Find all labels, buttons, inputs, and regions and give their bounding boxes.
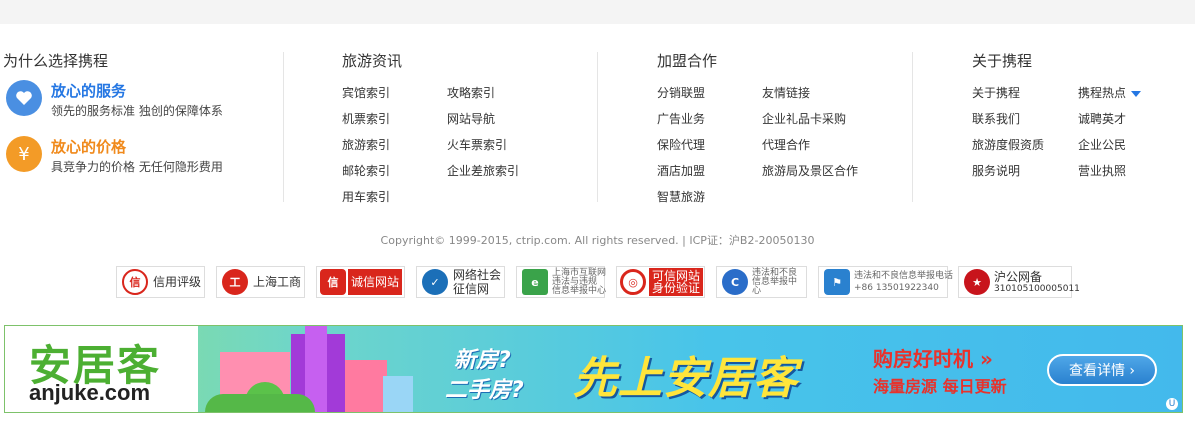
shanghai-aic-icon: 工 bbox=[222, 269, 248, 295]
service-desc: 领先的服务标准 独创的保障体系 bbox=[51, 104, 223, 118]
travel-info-section: 旅游资讯 宾馆索引 机票索引 旅游索引 邮轮索引 用车索引 攻略索引 网站导航 … bbox=[342, 24, 592, 224]
link-insurance-agent[interactable]: 保险代理 bbox=[657, 136, 705, 153]
badge-label-line2: 身份验证 bbox=[652, 281, 701, 295]
badge-label-line3: 心 bbox=[752, 285, 762, 296]
link-business-license[interactable]: 营业执照 bbox=[1078, 162, 1126, 179]
badge-label-line2: 征信网 bbox=[453, 282, 490, 296]
why-choose-section: 为什么选择携程 放心的服务 领先的服务标准 独创的保障体系 ¥ 放心的价格 具竞… bbox=[3, 24, 273, 224]
trusted-site-icon: ◎ bbox=[620, 269, 646, 295]
column-divider bbox=[912, 52, 913, 202]
shield-icon: ⚑ bbox=[824, 269, 850, 295]
link-corporate-citizen[interactable]: 企业公民 bbox=[1078, 136, 1126, 153]
link-hot-topics[interactable]: 携程热点 bbox=[1078, 84, 1142, 101]
badge-label-line3: 信息举报中心 bbox=[552, 285, 607, 296]
top-strip bbox=[0, 0, 1195, 24]
badge-report-center[interactable]: e 上海市互联网 违法与违规 信息举报中心 bbox=[516, 266, 607, 298]
link-careers[interactable]: 诚聘英才 bbox=[1078, 110, 1126, 127]
chevron-down-icon bbox=[1131, 90, 1142, 97]
badge-label: 诚信网站 bbox=[348, 269, 403, 295]
ad-good-time: 购房好时机 » bbox=[873, 347, 993, 371]
ad-headline: 先上安居客 bbox=[573, 353, 798, 404]
link-train-index[interactable]: 火车票索引 bbox=[447, 136, 507, 153]
credit-network-icon: ✓ bbox=[422, 269, 448, 295]
why-choose-title: 为什么选择携程 bbox=[3, 52, 109, 70]
illegal-info-report-icon: C bbox=[722, 269, 748, 295]
link-contact-us[interactable]: 联系我们 bbox=[972, 110, 1020, 127]
hot-topics-label: 携程热点 bbox=[1078, 86, 1127, 100]
link-affiliate[interactable]: 分销联盟 bbox=[657, 84, 705, 101]
link-corp-travel-index[interactable]: 企业差旅索引 bbox=[447, 162, 519, 179]
badge-shanghai-aic[interactable]: 工 上海工商 bbox=[216, 266, 305, 298]
service-feature: 放心的服务 领先的服务标准 独创的保障体系 bbox=[6, 80, 266, 120]
report-center-icon: e bbox=[522, 269, 548, 295]
badge-label-line2: +86 13501922340 bbox=[854, 282, 939, 293]
link-about-ctrip[interactable]: 关于携程 bbox=[972, 84, 1020, 101]
link-agent-cooperation[interactable]: 代理合作 bbox=[762, 136, 810, 153]
badge-label: 信用评级 bbox=[153, 275, 202, 289]
ad-second-hand-house: 二手房? bbox=[445, 378, 524, 403]
anjuke-logo: 安居客 anjuke.com bbox=[5, 326, 198, 412]
badge-label-line1: 沪公网备 bbox=[994, 269, 1043, 284]
link-advertising[interactable]: 广告业务 bbox=[657, 110, 705, 127]
partnership-section: 加盟合作 分销联盟 广告业务 保险代理 酒店加盟 智慧旅游 友情链接 企业礼品卡… bbox=[657, 24, 907, 224]
link-gift-card[interactable]: 企业礼品卡采购 bbox=[762, 110, 846, 127]
site-footer: 为什么选择携程 放心的服务 领先的服务标准 独创的保障体系 ¥ 放心的价格 具竞… bbox=[0, 24, 1195, 298]
link-service-terms[interactable]: 服务说明 bbox=[972, 162, 1020, 179]
link-car-index[interactable]: 用车索引 bbox=[342, 188, 390, 205]
badge-credit-network[interactable]: ✓ 网络社会 征信网 bbox=[416, 266, 505, 298]
partnership-title: 加盟合作 bbox=[657, 52, 718, 70]
ad-daily-update: 海量房源 每日更新 bbox=[873, 377, 1007, 396]
badge-police-record[interactable]: ★ 沪公网备 310105100005011 bbox=[958, 266, 1080, 298]
price-feature: ¥ 放心的价格 具竞争力的价格 无任何隐形费用 bbox=[6, 136, 266, 176]
heart-icon bbox=[6, 80, 42, 116]
link-hotel-join[interactable]: 酒店加盟 bbox=[657, 162, 705, 179]
yen-icon: ¥ bbox=[6, 136, 42, 172]
badge-illegal-info-report[interactable]: C 违法和不良 信息举报中 心 bbox=[716, 266, 807, 298]
view-details-button[interactable]: 查看详情 › bbox=[1047, 354, 1157, 386]
column-divider bbox=[283, 52, 284, 202]
column-divider bbox=[597, 52, 598, 202]
badge-credit-rating[interactable]: 信 信用评级 bbox=[116, 266, 205, 298]
link-friend-links[interactable]: 友情链接 bbox=[762, 84, 810, 101]
price-title: 放心的价格 bbox=[51, 138, 127, 156]
ad-new-house: 新房? bbox=[454, 348, 511, 373]
badge-label: 上海工商 bbox=[253, 275, 302, 289]
badge-trusted-site[interactable]: ◎ 可信网站 身份验证 bbox=[616, 266, 705, 298]
badge-integrity-site[interactable]: 信 诚信网站 bbox=[316, 266, 405, 298]
service-title: 放心的服务 bbox=[51, 82, 127, 100]
ad-badge-icon: U bbox=[1166, 398, 1178, 410]
travel-info-title: 旅游资讯 bbox=[342, 52, 403, 70]
link-travel-qualification[interactable]: 旅游度假资质 bbox=[972, 136, 1044, 153]
police-emblem-icon: ★ bbox=[964, 269, 990, 295]
credit-rating-icon: 信 bbox=[122, 269, 148, 295]
badge-label-line1: 网络社会 bbox=[453, 268, 502, 282]
link-travel-index[interactable]: 旅游索引 bbox=[342, 136, 390, 153]
link-hotel-index[interactable]: 宾馆索引 bbox=[342, 84, 390, 101]
integrity-site-icon: 信 bbox=[320, 269, 346, 295]
anjuke-ad-banner[interactable]: 安居客 anjuke.com 新房? 二手房? 先上安居客 购房好时机 » 海量… bbox=[4, 325, 1183, 413]
about-section: 关于携程 关于携程 联系我们 旅游度假资质 服务说明 携程热点 诚聘英才 企业公… bbox=[972, 24, 1192, 224]
link-guide-index[interactable]: 攻略索引 bbox=[447, 84, 495, 101]
link-smart-tourism[interactable]: 智慧旅游 bbox=[657, 188, 705, 205]
badge-label-line2: 310105100005011 bbox=[994, 283, 1080, 294]
about-title: 关于携程 bbox=[972, 52, 1033, 70]
link-flight-index[interactable]: 机票索引 bbox=[342, 110, 390, 127]
anjuke-logo-en: anjuke.com bbox=[29, 380, 151, 405]
copyright-text: Copyright© 1999-2015, ctrip.com. All rig… bbox=[380, 234, 815, 247]
link-site-nav[interactable]: 网站导航 bbox=[447, 110, 495, 127]
link-cruise-index[interactable]: 邮轮索引 bbox=[342, 162, 390, 179]
price-desc: 具竞争力的价格 无任何隐形费用 bbox=[51, 160, 223, 174]
badge-report-hotline[interactable]: ⚑ 违法和不良信息举报电话 +86 13501922340 bbox=[818, 266, 953, 298]
link-tourism-bureau[interactable]: 旅游局及景区合作 bbox=[762, 162, 858, 179]
badge-label-line1: 违法和不良信息举报电话 bbox=[854, 270, 954, 281]
